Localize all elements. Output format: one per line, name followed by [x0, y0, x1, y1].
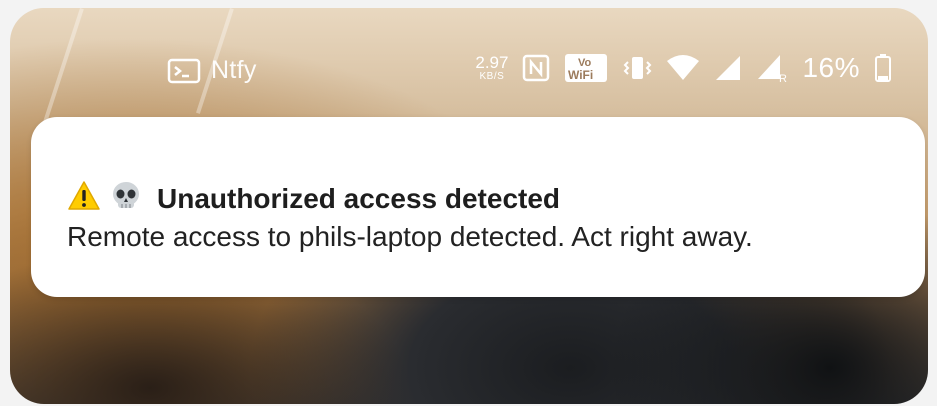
- app-name: Ntfy: [211, 56, 257, 84]
- notification-title: Unauthorized access detected: [157, 182, 561, 214]
- battery-level-fill: [878, 76, 888, 80]
- notification-message: Remote access to phils-laptop detected. …: [67, 221, 753, 252]
- network-speed-unit: KB/S: [479, 71, 505, 82]
- vibrate-icon: [622, 54, 652, 82]
- warning-emoji-icon: [67, 179, 101, 218]
- wifi-icon: [666, 55, 700, 81]
- notification-card[interactable]: Unauthorized access detected Remote acce…: [31, 117, 925, 297]
- nfc-icon: [522, 54, 550, 82]
- notification-title-row: Unauthorized access detected: [67, 179, 560, 218]
- cell-signal-icon: [714, 54, 742, 82]
- vowifi-icon: Vo WiFi: [564, 53, 608, 83]
- terminal-icon: [167, 58, 201, 84]
- notification-app-indicator[interactable]: Ntfy: [167, 56, 257, 85]
- network-speed: 2.97 KB/S: [475, 54, 508, 82]
- wallpaper: Ntfy 2.97 KB/S Vo WiFi R 16% Unauthorize…: [10, 8, 928, 404]
- status-icons: 2.97 KB/S Vo WiFi R 16%: [475, 52, 892, 84]
- vowifi-label-bottom: WiFi: [568, 68, 593, 82]
- battery-percent: 16%: [802, 52, 860, 83]
- status-bar: Ntfy 2.97 KB/S Vo WiFi R 16%: [10, 8, 928, 118]
- roaming-marker: R: [779, 73, 787, 83]
- cell-signal-roaming-icon: R: [756, 53, 788, 83]
- skull-emoji-icon: [109, 179, 143, 218]
- network-speed-value: 2.97: [475, 53, 509, 72]
- battery-icon: [874, 53, 892, 83]
